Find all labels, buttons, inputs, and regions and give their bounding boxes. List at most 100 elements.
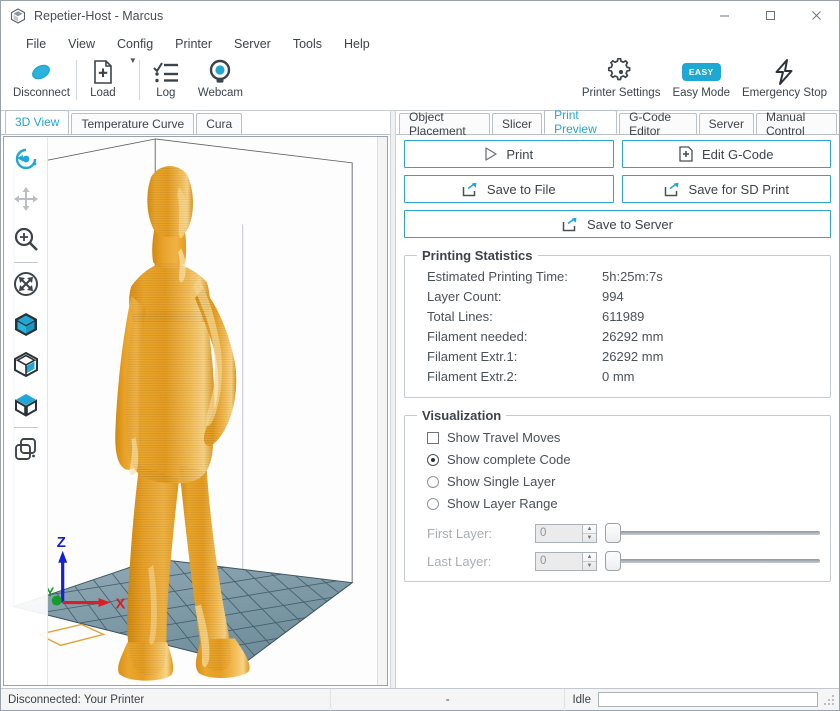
stat-row-filament-extr2: Filament Extr.2: 0 mm [415,367,820,387]
save-for-sd-print-label: Save for SD Print [689,182,789,197]
show-travel-moves-checkbox[interactable] [427,432,439,444]
view-overlap-icon [12,435,40,466]
move-view-tool[interactable] [7,181,45,219]
last-layer-slider[interactable] [605,551,820,571]
printer-settings-label: Printer Settings [582,87,661,99]
view-open-tool[interactable] [7,386,45,424]
last-layer-slider-track [619,559,820,563]
easy-badge-text: EASY [682,63,721,81]
stat-row-filament-extr1: Filament Extr.1: 26292 mm [415,347,820,367]
stepper-down-icon[interactable]: ▼ [583,534,596,542]
first-layer-stepper[interactable]: 0 ▲▼ [535,524,597,543]
tab-print-preview[interactable]: Print Preview [544,110,617,134]
stepper-down-icon[interactable]: ▼ [583,562,596,570]
fit-to-screen-tool[interactable] [7,266,45,304]
save-to-server-button[interactable]: Save to Server [404,210,831,238]
load-button[interactable]: Load [77,56,129,99]
tab-slicer[interactable]: Slicer [492,113,542,134]
tab-gcode-editor[interactable]: G-Code Editor [619,113,697,134]
emergency-stop-button[interactable]: Emergency Stop [736,56,833,99]
minimize-button[interactable] [701,1,747,31]
log-button[interactable]: Log [140,56,192,99]
tab-gcode-editor-label: G-Code Editor [629,110,687,138]
stat-value: 26292 mm [602,327,820,347]
easy-mode-button[interactable]: EASY Easy Mode [666,56,736,99]
menu-item-file[interactable]: File [15,34,57,54]
close-button[interactable] [793,1,839,31]
show-single-layer-option[interactable]: Show Single Layer [415,471,820,493]
show-layer-range-option[interactable]: Show Layer Range [415,493,820,515]
load-dropdown-arrow-icon[interactable]: ▼ [129,56,139,79]
stat-row-estimated-time: Estimated Printing Time: 5h:25m:7s [415,267,820,287]
stat-value: 994 [602,287,820,307]
tab-cura-label: Cura [206,117,232,131]
3d-viewport[interactable]: Z X Y [3,136,388,686]
show-complete-code-radio[interactable] [427,454,439,466]
tab-3d-view-label: 3D View [15,115,59,129]
menu-item-tools[interactable]: Tools [282,34,333,54]
tab-3d-view[interactable]: 3D View [5,110,69,134]
fit-to-screen-icon [12,270,40,301]
last-layer-row: Last Layer: 0 ▲▼ [415,551,820,571]
status-state: Idle [565,689,598,711]
stepper-up-icon[interactable]: ▲ [583,525,596,534]
action-button-row-1: Print Edit G-Code [404,140,831,168]
first-layer-row: First Layer: 0 ▲▼ [415,523,820,543]
webcam-button[interactable]: Webcam [192,56,249,99]
file-plus-icon [90,58,116,86]
connector-icon [26,58,56,86]
printing-statistics-title: Printing Statistics [417,248,538,263]
menu-item-server[interactable]: Server [223,34,282,54]
tab-object-placement[interactable]: Object Placement [399,113,490,134]
printer-settings-button[interactable]: Printer Settings [576,56,667,99]
first-layer-slider-thumb[interactable] [605,523,621,543]
last-layer-stepper-arrows[interactable]: ▲▼ [582,553,596,570]
rotate-view-icon [12,145,40,176]
tab-server[interactable]: Server [699,113,754,134]
print-preview-panel: Print Edit G-Code [396,135,839,582]
last-layer-stepper[interactable]: 0 ▲▼ [535,552,597,571]
printing-statistics-group: Printing Statistics Estimated Printing T… [404,248,831,398]
show-layer-range-radio[interactable] [427,498,439,510]
3d-scene[interactable]: Z X Y [4,137,387,682]
print-button[interactable]: Print [404,140,614,168]
right-pane: Object Placement Slicer Print Preview G-… [396,111,839,688]
view-half-tool[interactable] [7,346,45,384]
resize-grip-icon[interactable] [824,693,836,707]
show-travel-moves-option[interactable]: Show Travel Moves [415,427,820,449]
tab-temperature-curve[interactable]: Temperature Curve [71,113,194,134]
action-button-row-3: Save to Server [404,210,831,238]
view-overlap-tool[interactable] [7,431,45,469]
status-bar: Disconnected: Your Printer - Idle [1,688,839,710]
stat-value: 611989 [602,307,820,327]
title-bar: Repetier-Host - Marcus [1,1,839,31]
disconnect-button[interactable]: Disconnect [7,56,76,99]
stepper-up-icon[interactable]: ▲ [583,553,596,562]
tab-manual-control[interactable]: Manual Control [756,113,837,134]
maximize-button[interactable] [747,1,793,31]
first-layer-slider[interactable] [605,523,820,543]
easy-badge-icon: EASY [682,58,721,86]
last-layer-slider-thumb[interactable] [605,551,621,571]
save-to-file-button[interactable]: Save to File [404,175,614,203]
show-complete-code-option[interactable]: Show complete Code [415,449,820,471]
show-single-layer-radio[interactable] [427,476,439,488]
first-layer-stepper-arrows[interactable]: ▲▼ [582,525,596,542]
rotate-view-tool[interactable] [7,141,45,179]
toolbar-right-group: Printer Settings EASY Easy Mode Emergenc… [576,56,839,99]
save-to-file-label: Save to File [487,182,556,197]
stat-row-total-lines: Total Lines: 611989 [415,307,820,327]
stat-value: 26292 mm [602,347,820,367]
menu-item-config[interactable]: Config [106,34,164,54]
save-for-sd-print-button[interactable]: Save for SD Print [622,175,832,203]
axis-z-label: Z [57,534,66,551]
zoom-view-tool[interactable] [7,221,45,259]
tab-print-preview-label: Print Preview [554,108,607,136]
menu-item-view[interactable]: View [57,34,106,54]
tab-cura[interactable]: Cura [196,113,242,134]
menu-item-help[interactable]: Help [333,34,381,54]
menu-item-printer[interactable]: Printer [164,34,223,54]
viewport-scrollbar[interactable] [377,137,387,685]
edit-gcode-button[interactable]: Edit G-Code [622,140,832,168]
view-solid-tool[interactable] [7,306,45,344]
